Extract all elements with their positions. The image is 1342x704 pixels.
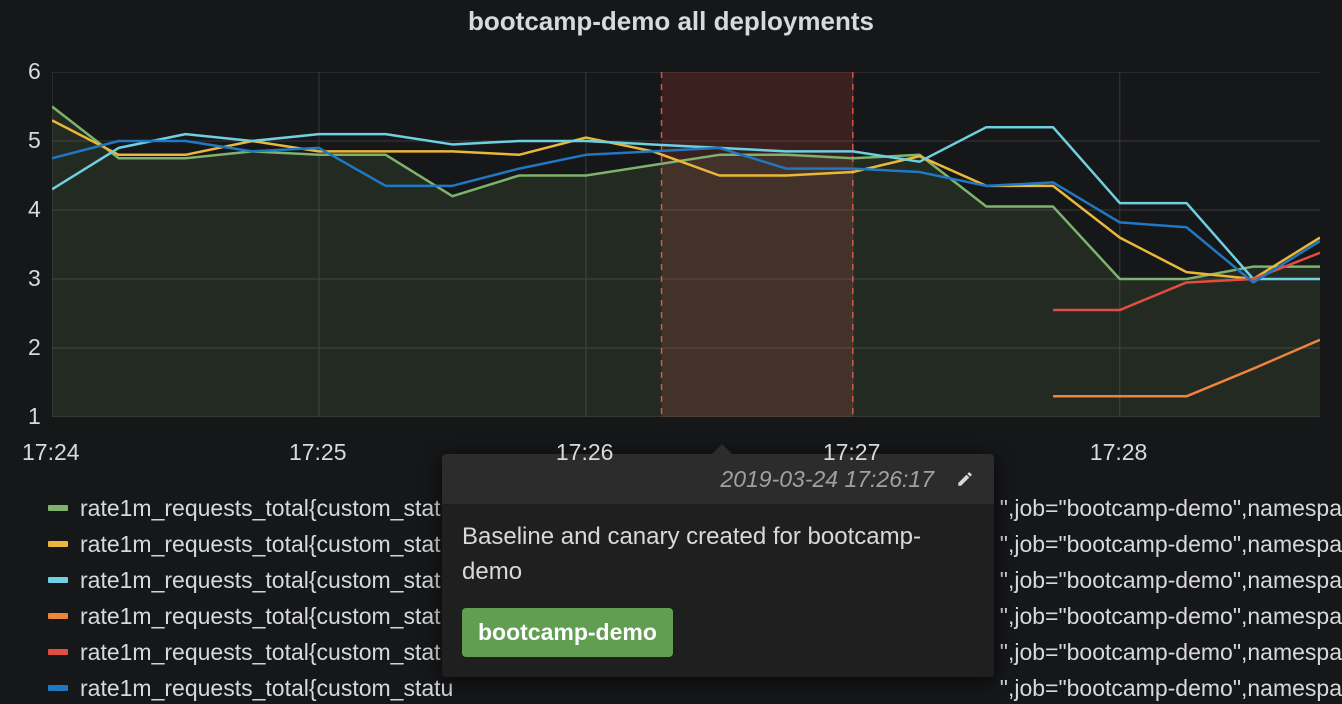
legend-label-left: rate1m_requests_total{custom_statu bbox=[80, 634, 453, 670]
legend-label-right: ",job="bootcamp-demo",namespa bbox=[1000, 562, 1342, 598]
tooltip-body: Baseline and canary created for bootcamp… bbox=[442, 504, 994, 677]
legend-swatch bbox=[48, 577, 68, 583]
x-tick-label: 17:26 bbox=[556, 439, 614, 466]
y-tick-label: 2 bbox=[28, 334, 41, 361]
legend-swatch bbox=[48, 649, 68, 655]
annotation-tooltip: 2019-03-24 17:26:17 Baseline and canary … bbox=[442, 454, 994, 677]
legend-label-right: ",job="bootcamp-demo",namespa bbox=[1000, 670, 1342, 704]
x-tick-label: 17:28 bbox=[1090, 439, 1148, 466]
chart-svg bbox=[52, 72, 1320, 417]
legend-label-right: ",job="bootcamp-demo",namespa bbox=[1000, 634, 1342, 670]
chart-plot-area[interactable] bbox=[52, 72, 1320, 417]
x-tick-label: 17:25 bbox=[289, 439, 347, 466]
y-tick-label: 5 bbox=[28, 127, 41, 154]
tooltip-header: 2019-03-24 17:26:17 bbox=[442, 454, 994, 504]
legend-label-right: ",job="bootcamp-demo",namespa bbox=[1000, 526, 1342, 562]
legend-swatch bbox=[48, 685, 68, 691]
panel-title: bootcamp-demo all deployments bbox=[0, 6, 1342, 37]
legend-label-left: rate1m_requests_total{custom_statu bbox=[80, 490, 453, 526]
annotation-timestamp: 2019-03-24 17:26:17 bbox=[720, 466, 934, 493]
legend-label-left: rate1m_requests_total{custom_statu bbox=[80, 526, 453, 562]
annotation-tag[interactable]: bootcamp-demo bbox=[462, 608, 673, 657]
legend-swatch bbox=[48, 541, 68, 547]
y-tick-label: 3 bbox=[28, 265, 41, 292]
tooltip-arrow bbox=[710, 444, 734, 456]
y-tick-label: 6 bbox=[28, 58, 41, 85]
legend-label-left: rate1m_requests_total{custom_statu bbox=[80, 562, 453, 598]
legend-label-left: rate1m_requests_total{custom_statu bbox=[80, 670, 453, 704]
y-tick-label: 4 bbox=[28, 196, 41, 223]
legend-label-right: ",job="bootcamp-demo",namespa bbox=[1000, 490, 1342, 526]
x-tick-label: 17:24 bbox=[22, 439, 80, 466]
chart-panel: bootcamp-demo all deployments rate1m_req… bbox=[0, 0, 1342, 704]
legend-label-right: ",job="bootcamp-demo",namespa bbox=[1000, 598, 1342, 634]
annotation-edit-button[interactable] bbox=[950, 464, 980, 494]
pencil-icon bbox=[956, 470, 974, 488]
y-tick-label: 1 bbox=[28, 403, 41, 430]
legend-label-left: rate1m_requests_total{custom_statu bbox=[80, 598, 453, 634]
legend-swatch bbox=[48, 613, 68, 619]
x-tick-label: 17:27 bbox=[823, 439, 881, 466]
annotation-text: Baseline and canary created for bootcamp… bbox=[462, 520, 974, 590]
legend-swatch bbox=[48, 505, 68, 511]
